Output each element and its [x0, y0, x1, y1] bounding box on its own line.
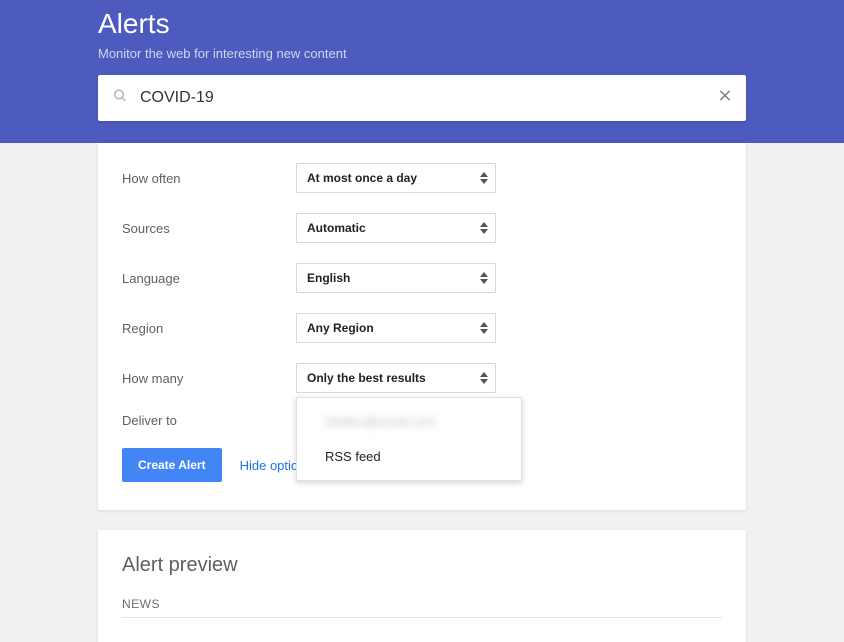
how-many-select[interactable] [296, 363, 496, 393]
options-card: How often Sources Language [98, 143, 746, 510]
page-title: Alerts [98, 8, 746, 40]
alert-preview-title: Alert preview [122, 554, 722, 577]
close-icon[interactable] [718, 89, 732, 108]
sources-label: Sources [122, 221, 296, 236]
language-select[interactable] [296, 263, 496, 293]
deliver-option-rss[interactable]: RSS feed [297, 439, 521, 474]
header: Alerts Monitor the web for interesting n… [0, 0, 844, 143]
sources-select[interactable] [296, 213, 496, 243]
preview-section-news: NEWS [122, 597, 722, 618]
how-many-label: How many [122, 371, 296, 386]
search-container [98, 75, 746, 121]
deliver-to-dropdown: hidden@email.com RSS feed [296, 397, 522, 481]
how-often-select[interactable] [296, 163, 496, 193]
how-often-label: How often [122, 171, 296, 186]
alert-preview-card: Alert preview NEWS [98, 530, 746, 642]
region-label: Region [122, 321, 296, 336]
language-label: Language [122, 271, 296, 286]
page-subtitle: Monitor the web for interesting new cont… [98, 46, 746, 61]
deliver-option-email[interactable]: hidden@email.com [297, 404, 521, 439]
create-alert-button[interactable]: Create Alert [122, 448, 222, 482]
search-icon [112, 88, 128, 109]
deliver-to-label: Deliver to [122, 413, 296, 428]
region-select[interactable] [296, 313, 496, 343]
search-input[interactable] [98, 75, 746, 121]
